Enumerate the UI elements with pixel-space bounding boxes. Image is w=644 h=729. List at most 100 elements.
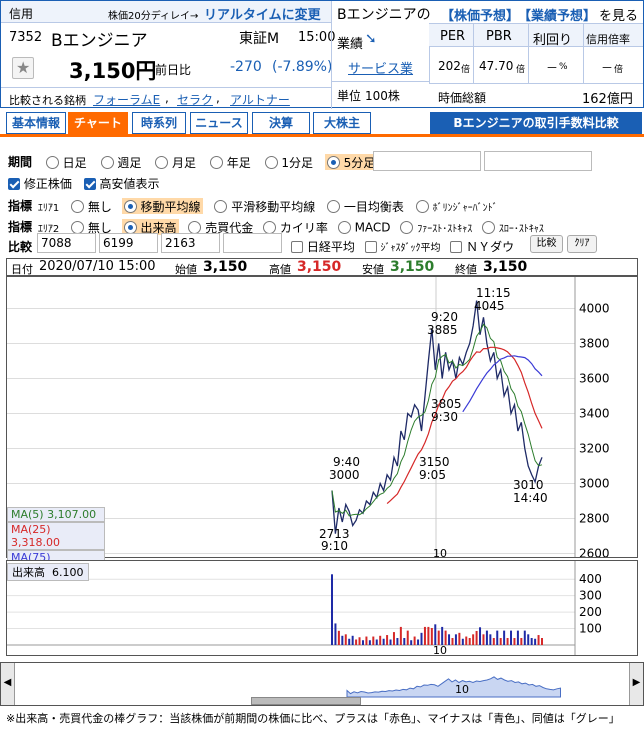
low-label: 安値 bbox=[362, 263, 384, 276]
nydow-checkbox[interactable] bbox=[450, 240, 463, 253]
adjusted-price-checkbox[interactable] bbox=[8, 177, 20, 190]
tab-chart[interactable]: チャート bbox=[68, 112, 128, 134]
volume-tick-label: 300 bbox=[579, 589, 602, 603]
volume-bar bbox=[492, 638, 495, 645]
clear-button[interactable]: ｸﾘｱ bbox=[567, 235, 597, 253]
ohlc-bar: 日付 2020/07/10 15:00 始値 3,150 高値 3,150 安値… bbox=[6, 258, 638, 276]
area1-ma-radio[interactable] bbox=[123, 200, 137, 213]
stock-forecast-link[interactable]: 【株価予想】 bbox=[441, 5, 519, 24]
jasdaq-label[interactable]: ｼﾞｬｽﾀﾞｯｸ平均 bbox=[381, 243, 441, 254]
jasdaq-checkbox[interactable] bbox=[364, 240, 377, 253]
area1-ma-label[interactable]: 移動平均線 bbox=[141, 200, 201, 214]
volume-bar bbox=[513, 638, 516, 645]
compare-code-4-input[interactable] bbox=[223, 233, 282, 253]
stock-code: 7352 bbox=[9, 30, 43, 45]
period-yearly-radio[interactable] bbox=[209, 156, 223, 169]
period-5min-radio[interactable] bbox=[326, 156, 340, 169]
area2-deviation-label[interactable]: カイリ率 bbox=[280, 221, 328, 235]
volume-bar bbox=[489, 634, 492, 645]
compare-button[interactable]: 比較 bbox=[530, 235, 563, 253]
volume-label: 出来高 bbox=[12, 566, 45, 579]
period-monthly-label[interactable]: 月足 bbox=[172, 156, 196, 170]
period-daily-label[interactable]: 日足 bbox=[63, 156, 87, 170]
area2-slow-stoch-label[interactable]: ｽﾛｰ･ｽﾄｷｬｽ bbox=[499, 224, 544, 235]
nydow-label[interactable]: ＮＹダウ bbox=[466, 240, 514, 254]
area1-bollinger-radio[interactable] bbox=[415, 200, 429, 213]
compared-stock-3[interactable]: アルトナー bbox=[230, 91, 290, 108]
compared-label: 比較される銘柄 bbox=[9, 94, 86, 107]
area1-none-label[interactable]: 無し bbox=[88, 200, 112, 214]
sector-link[interactable]: サービス業 bbox=[348, 58, 413, 77]
volume-bar bbox=[468, 638, 471, 645]
period-weekly-radio[interactable] bbox=[100, 156, 114, 169]
nikkei-label[interactable]: 日経平均 bbox=[307, 240, 355, 254]
period-daily-radio[interactable] bbox=[45, 156, 59, 169]
compare-code-3-input[interactable]: 2163 bbox=[161, 233, 220, 253]
unit-value: 100株 bbox=[365, 89, 400, 103]
delay-note: 株価20分ディレイ→ bbox=[108, 11, 199, 22]
date-from-input[interactable] bbox=[373, 151, 481, 171]
area1-none-radio[interactable] bbox=[71, 200, 85, 213]
area1-ichimoku-label[interactable]: 一目均衡表 bbox=[344, 200, 404, 214]
y-tick-label: 2800 bbox=[579, 512, 610, 526]
y-tick-label: 2600 bbox=[579, 547, 610, 558]
compare-code-1-input[interactable]: 7088 bbox=[37, 233, 96, 253]
area2-fast-stoch-radio[interactable] bbox=[400, 221, 414, 234]
area2-macd-label[interactable]: MACD bbox=[355, 221, 391, 235]
period-5min-label[interactable]: 5分足 bbox=[344, 156, 376, 170]
quote-time: 15:00 bbox=[298, 30, 336, 45]
compared-stock-2[interactable]: セラク bbox=[177, 91, 213, 108]
area1-bollinger-label[interactable]: ﾎﾞﾘﾝｼﾞｬｰﾊﾞﾝﾄﾞ bbox=[433, 203, 498, 214]
volume-bar bbox=[420, 632, 423, 645]
adjusted-price-label[interactable]: 修正株価 bbox=[24, 177, 72, 191]
range-navigator[interactable]: ◀ ▶ 10 bbox=[0, 662, 644, 706]
volume-bar bbox=[365, 636, 368, 645]
perf-forecast-link[interactable]: 【業績予想】 bbox=[518, 5, 596, 24]
realtime-link[interactable]: リアルタイムに変更 bbox=[204, 4, 321, 23]
divider bbox=[331, 1, 332, 109]
y-tick-label: 3000 bbox=[579, 477, 610, 491]
volume-bar bbox=[379, 635, 382, 645]
options-row: 修正株価 高安値表示 bbox=[8, 175, 160, 192]
favorite-button[interactable]: ★ bbox=[12, 57, 34, 79]
tab-shareholders[interactable]: 大株主 bbox=[313, 112, 371, 134]
volume-bar bbox=[331, 574, 333, 645]
hilo-label[interactable]: 高安値表示 bbox=[100, 177, 160, 191]
period-1min-radio[interactable] bbox=[264, 156, 278, 169]
period-yearly-label[interactable]: 年足 bbox=[227, 156, 251, 170]
ma-legend-item: MA(5) 3,107.00 bbox=[7, 507, 105, 522]
scroll-left-icon[interactable]: ◀ bbox=[1, 663, 15, 705]
area1-ichimoku-radio[interactable] bbox=[327, 200, 341, 213]
volume-bar bbox=[403, 638, 406, 645]
compare-code-2-input[interactable]: 6199 bbox=[99, 233, 158, 253]
area2-macd-radio[interactable] bbox=[337, 221, 351, 234]
navigator-scroll-handle[interactable] bbox=[251, 697, 361, 705]
scroll-right-icon[interactable]: ▶ bbox=[629, 663, 643, 705]
close-value: 3,150 bbox=[483, 259, 528, 275]
volume-bar bbox=[472, 634, 475, 645]
area2-slow-stoch-radio[interactable] bbox=[482, 221, 496, 234]
nikkei-checkbox[interactable] bbox=[291, 240, 303, 253]
price-chart: 2600 2800 3000 3200 3400 3600 3800 4000 11:15 404… bbox=[6, 276, 638, 578]
price-annotation: 3000 bbox=[329, 468, 360, 482]
compared-stock-1[interactable]: フォーラムE bbox=[93, 91, 160, 108]
price-annotation: 3010 bbox=[513, 478, 544, 492]
price-annotation: 14:40 bbox=[513, 491, 548, 505]
period-weekly-label[interactable]: 週足 bbox=[117, 156, 141, 170]
period-monthly-radio[interactable] bbox=[155, 156, 169, 169]
area2-fast-stoch-label[interactable]: ﾌｧｰｽﾄ･ｽﾄｷｬｽ bbox=[417, 224, 472, 235]
stock-header: 信用 株価20分ディレイ→ リアルタイムに変更 Bエンジニアの 【株価予想】 【… bbox=[0, 0, 644, 109]
date-to-input[interactable] bbox=[484, 151, 592, 171]
tab-timeseries[interactable]: 時系列 bbox=[132, 112, 186, 134]
tab-fee-comparison[interactable]: Bエンジニアの取引手数料比較 bbox=[430, 112, 642, 134]
volume-value: 6.100 bbox=[52, 566, 84, 579]
period-1min-label[interactable]: 1分足 bbox=[281, 156, 313, 170]
hilo-checkbox[interactable] bbox=[83, 177, 96, 190]
area1-smooth-ma-radio[interactable] bbox=[214, 200, 228, 213]
area1-smooth-ma-label[interactable]: 平滑移動平均線 bbox=[231, 200, 315, 214]
tab-earnings[interactable]: 決算 bbox=[252, 112, 310, 134]
tab-news[interactable]: ニュース bbox=[190, 112, 248, 134]
pbr-label: PBR bbox=[486, 29, 512, 44]
volume-tick-label: 100 bbox=[579, 622, 602, 636]
tab-basic-info[interactable]: 基本情報 bbox=[6, 112, 66, 134]
